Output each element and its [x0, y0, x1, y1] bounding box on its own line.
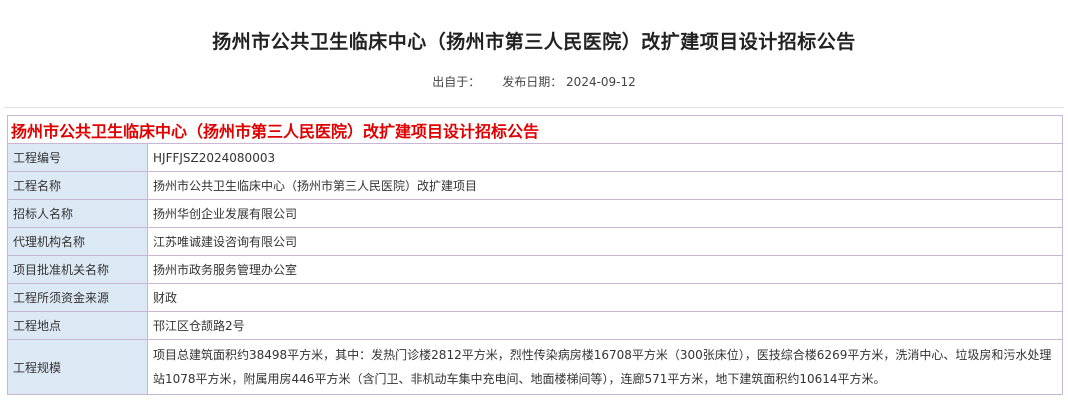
- source-label: 出自于：: [432, 75, 481, 89]
- row-label: 项目批准机关名称: [7, 255, 148, 284]
- page-title: 扬州市公共卫生临床中心（扬州市第三人民医院）改扩建项目设计招标公告: [212, 31, 856, 53]
- row-value: 扬州市公共卫生临床中心（扬州市第三人民医院）改扩建项目: [147, 171, 1063, 200]
- row-value: 扬州市政务服务管理办公室: [147, 255, 1063, 284]
- row-value: 扬州华创企业发展有限公司: [147, 199, 1063, 228]
- table-title: 扬州市公共卫生临床中心（扬州市第三人民医院）改扩建项目设计招标公告: [7, 115, 1063, 144]
- publish-meta: 出自于： 发布日期： 2024-09-12: [0, 74, 1068, 90]
- row-label: 工程编号: [7, 143, 148, 172]
- row-label: 工程所须资金来源: [7, 283, 148, 312]
- table-row: 工程名称 扬州市公共卫生临床中心（扬州市第三人民医院）改扩建项目: [7, 171, 1063, 200]
- table-row: 代理机构名称 江苏唯诚建设咨询有限公司: [7, 227, 1063, 256]
- date-label: 发布日期：: [502, 75, 563, 89]
- table-header-row: 扬州市公共卫生临床中心（扬州市第三人民医院）改扩建项目设计招标公告: [7, 115, 1063, 144]
- row-value: 邗江区仓颉路2号: [147, 311, 1063, 340]
- table-row: 工程地点 邗江区仓颉路2号: [7, 311, 1063, 340]
- row-value: 江苏唯诚建设咨询有限公司: [147, 227, 1063, 256]
- row-value: 项目总建筑面积约38498平方米，其中：发热门诊楼2812平方米，烈性传染病房楼…: [147, 339, 1063, 395]
- row-value: HJFFJSZ2024080003: [147, 143, 1063, 172]
- row-label: 工程地点: [7, 311, 148, 340]
- table-row: 工程规模 项目总建筑面积约38498平方米，其中：发热门诊楼2812平方米，烈性…: [7, 339, 1063, 395]
- row-label: 招标人名称: [7, 199, 148, 228]
- publish-date: 2024-09-12: [566, 75, 636, 89]
- row-value: 财政: [147, 283, 1063, 312]
- row-label: 工程名称: [7, 171, 148, 200]
- row-label: 代理机构名称: [7, 227, 148, 256]
- table-row: 项目批准机关名称 扬州市政务服务管理办公室: [7, 255, 1063, 284]
- table-row: 工程所须资金来源 财政: [7, 283, 1063, 312]
- announcement-table: 扬州市公共卫生临床中心（扬州市第三人民医院）改扩建项目设计招标公告 工程编号 H…: [7, 115, 1063, 395]
- divider: [4, 107, 1064, 108]
- table-row: 工程编号 HJFFJSZ2024080003: [7, 143, 1063, 172]
- row-label: 工程规模: [7, 339, 148, 395]
- table-row: 招标人名称 扬州华创企业发展有限公司: [7, 199, 1063, 228]
